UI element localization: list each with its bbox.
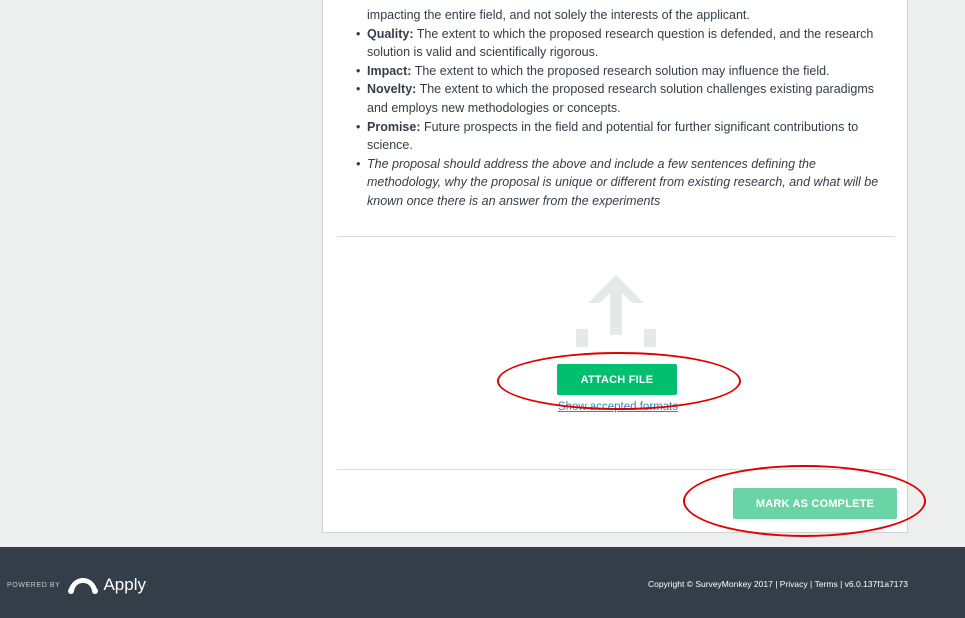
- criteria-item-novelty: • Novelty: The extent to which the propo…: [353, 80, 893, 117]
- proposal-card: impacting the entire field, and not sole…: [322, 0, 908, 533]
- privacy-link[interactable]: Privacy: [780, 579, 808, 589]
- show-accepted-formats-link[interactable]: Show accepted formats: [533, 401, 703, 413]
- copyright-text: Copyright © SurveyMonkey 2017: [647, 579, 773, 589]
- apply-logo-icon: [68, 578, 99, 594]
- criteria-list: impacting the entire field, and not sole…: [353, 6, 893, 211]
- bullet-icon: •: [356, 156, 361, 171]
- terms-link[interactable]: Terms: [815, 579, 838, 589]
- criteria-note: • The proposal should address the above …: [353, 155, 893, 211]
- criteria-continuation-text: impacting the entire field, and not sole…: [367, 8, 750, 22]
- upload-arrow-icon: [576, 273, 656, 347]
- page-footer: POWERED BY Apply · Copyright © SurveyMon…: [0, 547, 965, 618]
- criteria-item-impact: • Impact: The extent to which the propos…: [353, 62, 893, 81]
- criteria-term: Quality:: [367, 26, 414, 41]
- attach-file-button[interactable]: ATTACH FILE: [557, 364, 677, 395]
- criteria-text: Future prospects in the field and potent…: [367, 119, 859, 153]
- powered-by-apply[interactable]: POWERED BY Apply ·: [7, 575, 148, 595]
- criteria-item-promise: • Promise: Future prospects in the field…: [353, 118, 893, 155]
- separator: |: [807, 579, 815, 589]
- criteria-note-text: The proposal should address the above an…: [367, 156, 879, 208]
- trademark-mark: ·: [145, 581, 149, 589]
- criteria-continuation: impacting the entire field, and not sole…: [353, 6, 893, 25]
- criteria-term: Novelty:: [367, 82, 417, 97]
- divider: [337, 236, 895, 237]
- criteria-text: The extent to which the proposed researc…: [411, 63, 830, 78]
- copyright-bar: Copyright © SurveyMonkey 2017 | Privacy …: [648, 579, 908, 589]
- bullet-icon: •: [356, 63, 361, 78]
- divider: [337, 469, 895, 470]
- criteria-term: Promise:: [367, 119, 421, 134]
- criteria-text: The extent to which the proposed researc…: [367, 26, 874, 60]
- bullet-icon: •: [356, 26, 361, 41]
- mark-as-complete-button[interactable]: MARK AS COMPLETE: [733, 488, 897, 519]
- separator: |: [772, 579, 780, 589]
- bullet-icon: •: [356, 119, 361, 134]
- criteria-item-quality: • Quality: The extent to which the propo…: [353, 25, 893, 62]
- criteria-term: Impact:: [367, 63, 412, 78]
- bullet-icon: •: [356, 82, 361, 97]
- powered-by-label: POWERED BY: [7, 581, 61, 589]
- version-text: v6.0.137f1a7173: [844, 579, 908, 589]
- criteria-text: The extent to which the proposed researc…: [367, 82, 875, 115]
- separator: |: [837, 579, 845, 589]
- apply-brand: Apply: [103, 575, 146, 594]
